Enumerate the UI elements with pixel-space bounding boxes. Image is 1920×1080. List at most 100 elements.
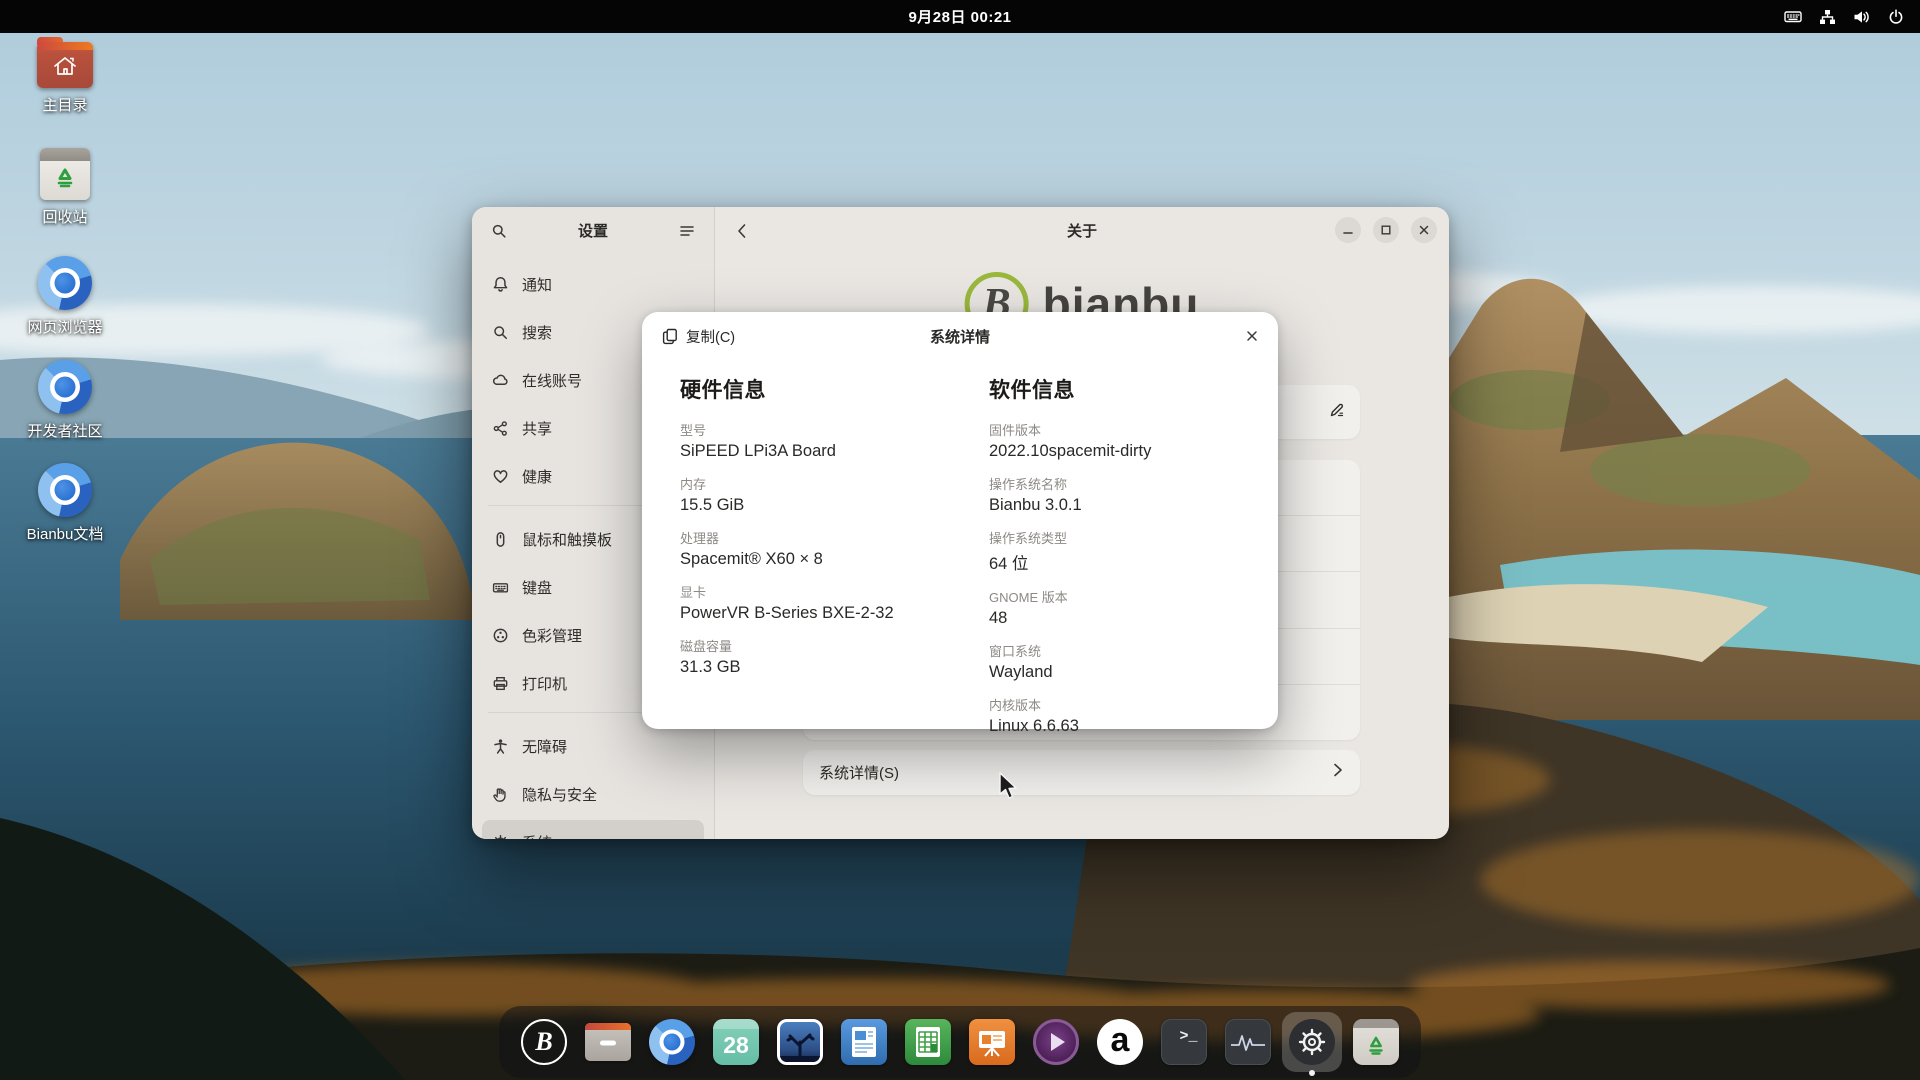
desktop-icon-label: 主目录 (42, 94, 87, 115)
dock-libreoffice-impress-icon[interactable] (967, 1017, 1017, 1067)
desktop-icon-label: Bianbu文档 (27, 523, 104, 544)
field-value: Bianbu 3.0.1 (989, 496, 1240, 515)
desktop-icon-dev-community[interactable]: 开发者社区 (10, 360, 120, 441)
dock-libreoffice-calc-icon[interactable] (903, 1017, 953, 1067)
desktop-icon-trash[interactable]: 回收站 (10, 148, 120, 227)
dock-settings-icon[interactable] (1287, 1017, 1337, 1067)
hardware-field-model: 型号 SiPEED LPi3A Board (680, 420, 931, 461)
terminal-glyph: >_ (1161, 1019, 1207, 1065)
system-details-row[interactable]: 系统详情(S) (803, 750, 1360, 795)
calc-glyph (905, 1019, 951, 1065)
field-label: 固件版本 (989, 420, 1240, 439)
terminal-prompt: >_ (1179, 1028, 1197, 1045)
close-window-button[interactable] (1411, 217, 1437, 243)
hardware-info-section: 硬件信息 型号 SiPEED LPi3A Board 内存 15.5 GiB 处… (680, 374, 931, 749)
trash-icon (40, 148, 90, 200)
network-icon[interactable] (1819, 9, 1836, 25)
field-label: 操作系统类型 (989, 528, 1240, 547)
keyboard-layout-icon[interactable] (1784, 9, 1802, 24)
dock-bianbu-menu-icon[interactable]: B (519, 1017, 569, 1067)
sidebar-item-privacy-security[interactable]: 隐私与安全 (482, 772, 704, 816)
dock-image-viewer-icon[interactable] (775, 1017, 825, 1067)
close-dialog-button[interactable] (1238, 322, 1266, 350)
calendar-glyph: 28 (713, 1019, 759, 1065)
main-menu-button[interactable] (672, 216, 702, 246)
sidebar-item-label: 共享 (522, 418, 552, 439)
sidebar-item-label: 健康 (522, 466, 552, 487)
chromium-glyph (649, 1019, 695, 1065)
field-value: 48 (989, 609, 1240, 628)
hardware-field-graphics: 显卡 PowerVR B-Series BXE-2-32 (680, 582, 931, 623)
top-bar: 9月28日 00:21 (0, 0, 1920, 33)
system-details-dialog: 复制(C) 系统详情 硬件信息 型号 SiPEED LPi3A Board 内存… (642, 312, 1278, 729)
hardware-field-memory: 内存 15.5 GiB (680, 474, 931, 515)
media-player-glyph (1033, 1019, 1079, 1065)
sidebar-header: 设置 (472, 207, 714, 254)
system-monitor-glyph (1225, 1019, 1271, 1065)
system-details-label: 系统详情(S) (819, 762, 1332, 783)
system-status-area[interactable] (1784, 0, 1904, 33)
dock-chromium-icon[interactable] (647, 1017, 697, 1067)
bianbu-docs-icon (38, 463, 92, 517)
sidebar-item-label: 无障碍 (522, 736, 567, 757)
software-info-section: 软件信息 固件版本 2022.10spacemit-dirty 操作系统名称 B… (989, 374, 1240, 749)
field-value: 2022.10spacemit-dirty (989, 442, 1240, 461)
home-folder-icon (37, 42, 93, 88)
field-label: 显卡 (680, 582, 931, 601)
dock-files-icon[interactable] (583, 1017, 633, 1067)
image-viewer-glyph (777, 1019, 823, 1065)
mouse-cursor (998, 772, 1020, 807)
field-value: 64 位 (989, 550, 1240, 574)
desktop-icon-label: 开发者社区 (27, 420, 102, 441)
dock-libreoffice-writer-icon[interactable] (839, 1017, 889, 1067)
sidebar-item-label: 通知 (522, 274, 552, 295)
software-field-gnome: GNOME 版本 48 (989, 587, 1240, 628)
running-indicator-dot (1309, 1070, 1315, 1076)
search-button[interactable] (484, 216, 514, 246)
sidebar-item-notifications[interactable]: 通知 (482, 262, 704, 306)
sidebar-item-system[interactable]: 系统 (482, 820, 704, 839)
desktop-icon-browser[interactable]: 网页浏览器 (10, 256, 120, 337)
minimize-button[interactable] (1335, 217, 1361, 243)
hardware-field-disk: 磁盘容量 31.3 GB (680, 636, 931, 677)
field-value: Spacemit® X60 × 8 (680, 550, 931, 569)
dialog-body: 硬件信息 型号 SiPEED LPi3A Board 内存 15.5 GiB 处… (642, 360, 1278, 749)
desktop: 9月28日 00:21 主目录 回收站 网页浏览 (0, 0, 1920, 1080)
writer-glyph (841, 1019, 887, 1065)
app-store-glyph: a (1097, 1019, 1143, 1065)
power-icon[interactable] (1888, 9, 1904, 25)
dock-media-player-icon[interactable] (1031, 1017, 1081, 1067)
edit-device-name-icon[interactable] (1328, 401, 1346, 424)
field-value: SiPEED LPi3A Board (680, 442, 931, 461)
about-header: 关于 (715, 207, 1449, 254)
back-button[interactable] (727, 216, 757, 246)
settings-gear-glyph (1289, 1019, 1335, 1065)
volume-icon[interactable] (1853, 9, 1871, 25)
field-label: 窗口系统 (989, 641, 1240, 660)
dock-trash-icon[interactable] (1351, 1017, 1401, 1067)
software-field-firmware: 固件版本 2022.10spacemit-dirty (989, 420, 1240, 461)
hardware-field-processor: 处理器 Spacemit® X60 × 8 (680, 528, 931, 569)
dock-system-monitor-icon[interactable] (1223, 1017, 1273, 1067)
sidebar-item-label: 系统 (522, 832, 552, 840)
impress-glyph (969, 1019, 1015, 1065)
sidebar-item-label: 搜索 (522, 322, 552, 343)
dock: B 28 a (499, 1006, 1421, 1078)
software-field-os-type: 操作系统类型 64 位 (989, 528, 1240, 574)
calendar-day: 28 (723, 1032, 749, 1059)
sidebar-item-label: 在线账号 (522, 370, 582, 391)
copy-button[interactable]: 复制(C) (654, 320, 743, 353)
desktop-icon-bianbu-docs[interactable]: Bianbu文档 (10, 463, 120, 544)
field-label: 内核版本 (989, 695, 1240, 714)
software-field-windowing: 窗口系统 Wayland (989, 641, 1240, 682)
copy-button-label: 复制(C) (686, 326, 735, 347)
clock-menu[interactable]: 9月28日 00:21 (908, 6, 1011, 27)
desktop-icon-home[interactable]: 主目录 (10, 42, 120, 115)
maximize-button[interactable] (1373, 217, 1399, 243)
dock-app-store-icon[interactable]: a (1095, 1017, 1145, 1067)
files-glyph (585, 1023, 631, 1061)
dock-calendar-icon[interactable]: 28 (711, 1017, 761, 1067)
window-controls (1335, 217, 1437, 243)
trash-glyph (1353, 1019, 1399, 1065)
dock-terminal-icon[interactable]: >_ (1159, 1017, 1209, 1067)
